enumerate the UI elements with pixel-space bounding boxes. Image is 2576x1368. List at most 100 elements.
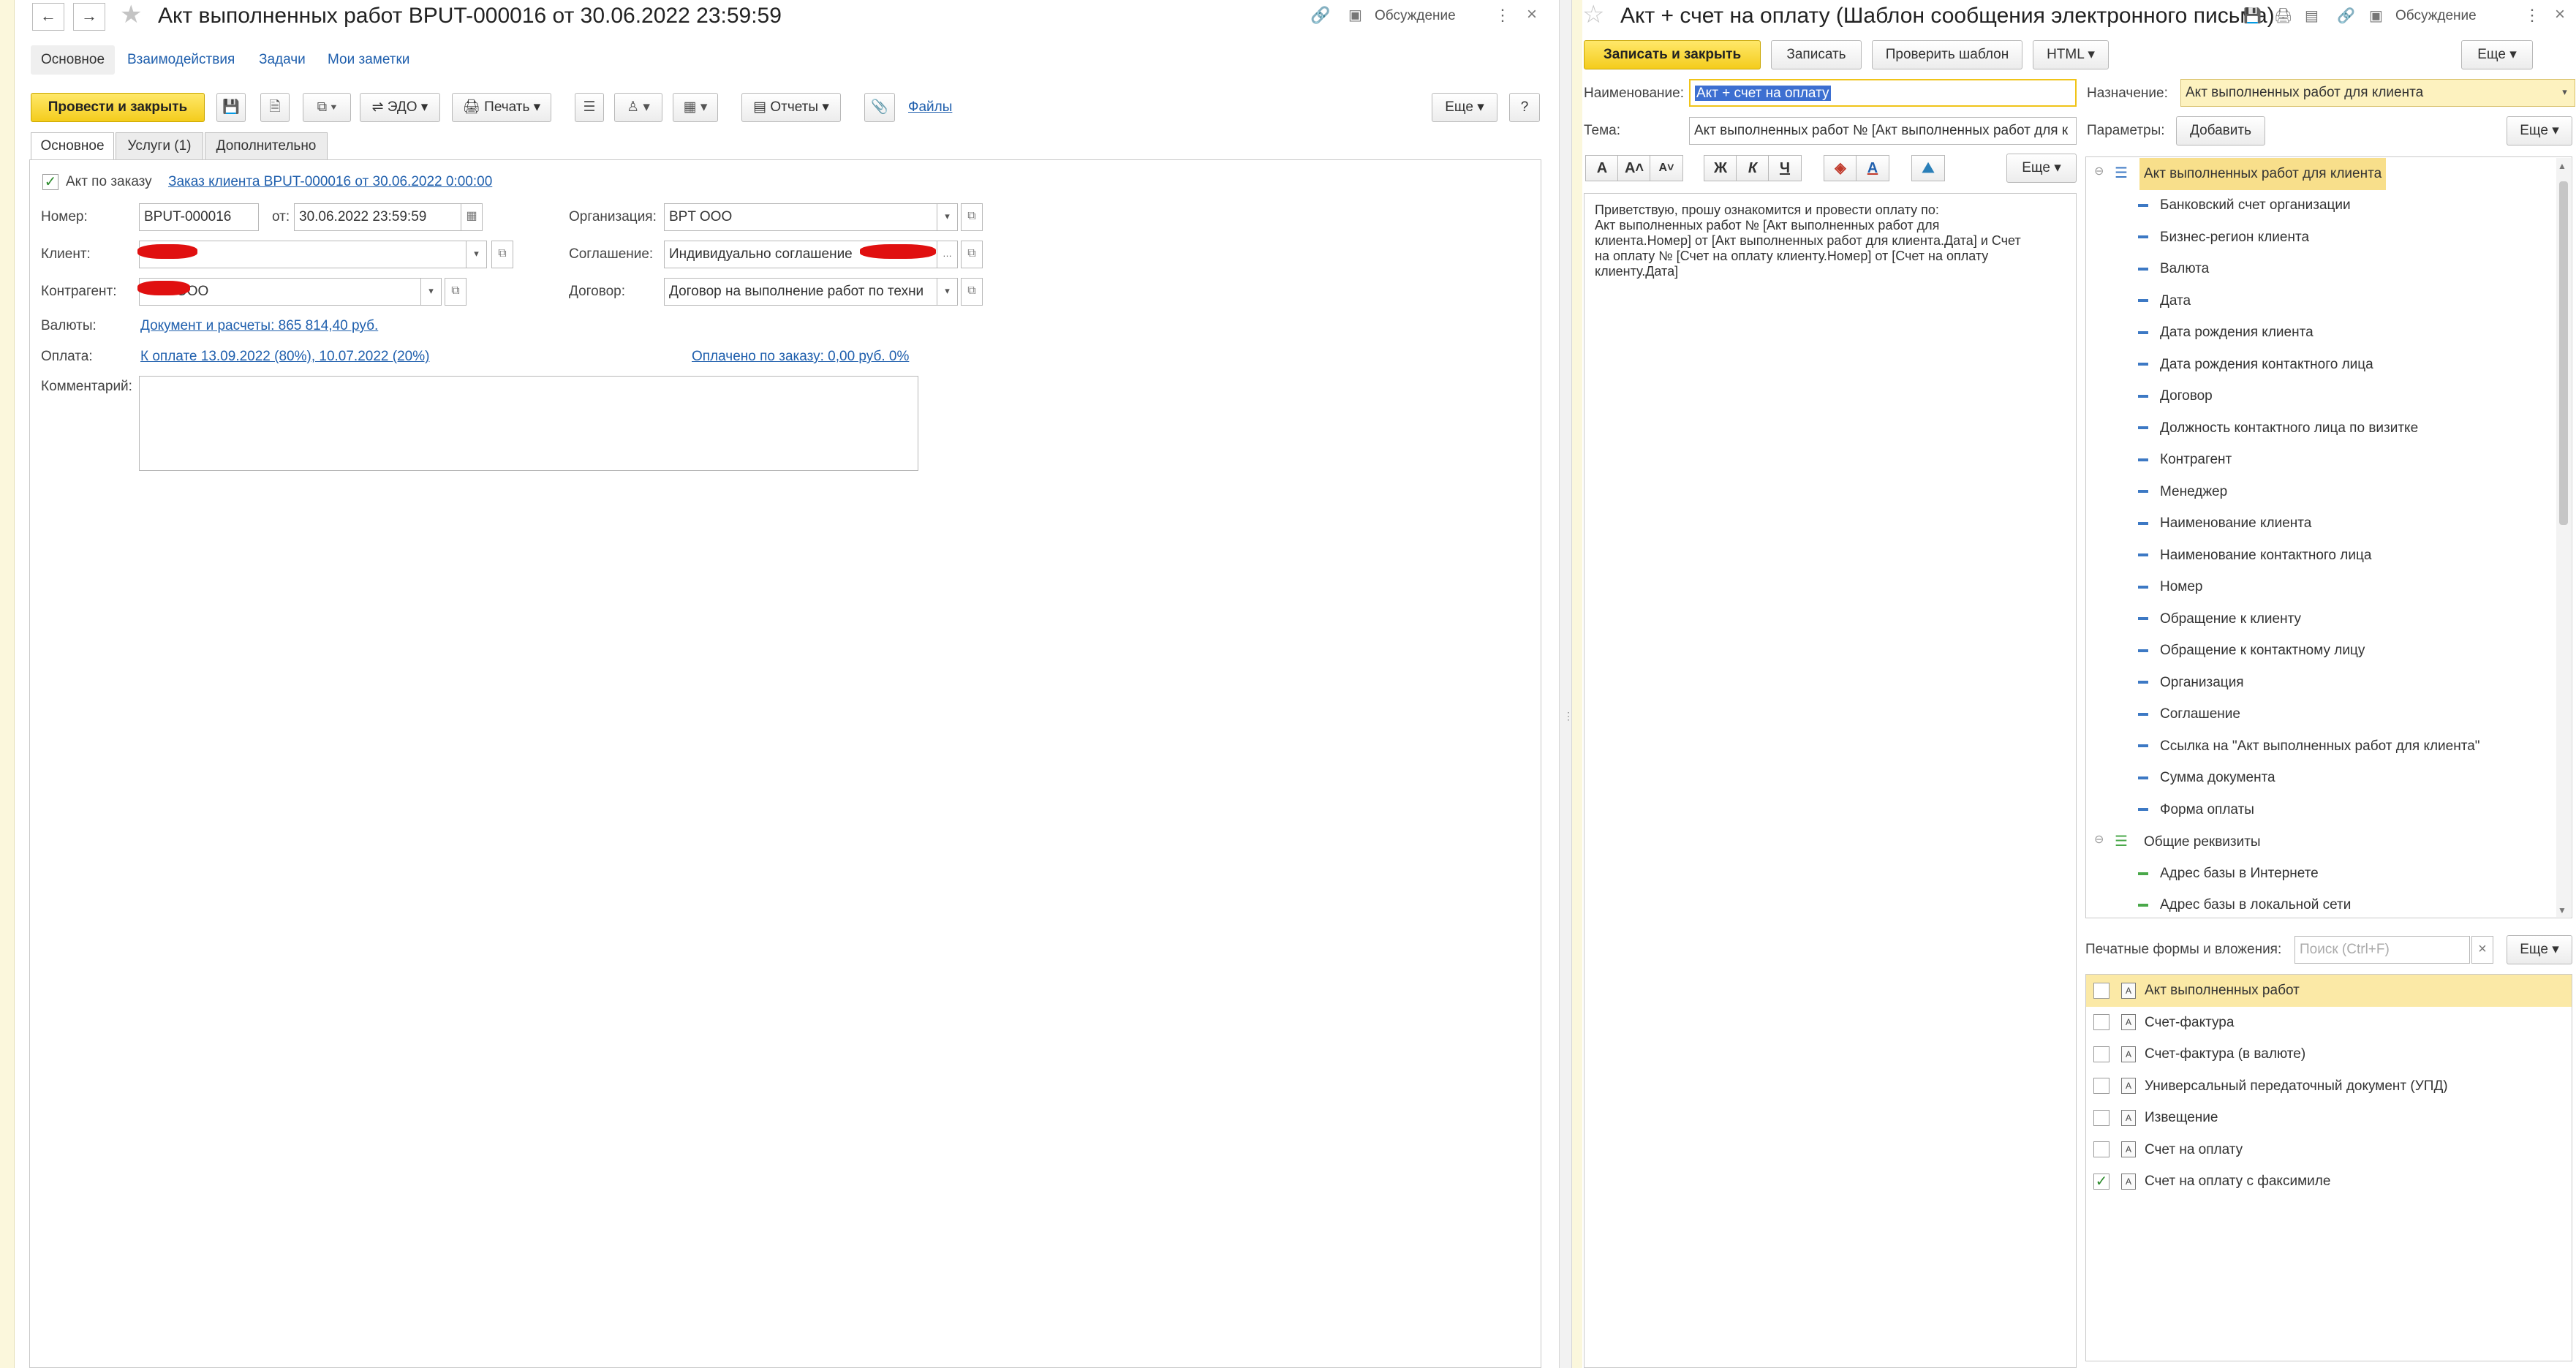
tree-item[interactable]: Должность контактного лица по визитке bbox=[2138, 412, 2547, 445]
print-form-row[interactable]: A Универсальный передаточный документ (УП… bbox=[2086, 1070, 2572, 1103]
tree-root-item[interactable]: Акт выполненных работ для клиента bbox=[2139, 158, 2387, 190]
tree-item[interactable]: Организация bbox=[2138, 667, 2547, 699]
italic-icon[interactable]: К bbox=[1736, 155, 1769, 181]
purpose-dropdown-icon[interactable]: ▾ bbox=[2555, 79, 2575, 107]
bold-icon[interactable]: Ж bbox=[1704, 155, 1737, 181]
tree-item[interactable]: Форма оплаты bbox=[2138, 794, 2547, 826]
contractor-open-icon[interactable]: ⧉ bbox=[445, 278, 467, 306]
collapse-icon[interactable]: ⊖ bbox=[2094, 164, 2104, 178]
close-icon[interactable]: × bbox=[2555, 4, 2565, 25]
collapse-icon[interactable]: ⊖ bbox=[2094, 832, 2104, 847]
tab-interactions[interactable]: Взаимодействия bbox=[127, 45, 235, 75]
print-form-row[interactable]: A Счет-фактура (в валюте) bbox=[2086, 1038, 2572, 1070]
link-icon[interactable]: 🔗 bbox=[1310, 6, 1330, 25]
client-dropdown-icon[interactable]: ▾ bbox=[467, 241, 487, 268]
attachments-menu-icon[interactable]: ▦ ▾ bbox=[673, 93, 718, 122]
print-form-checkbox[interactable] bbox=[2093, 1078, 2109, 1095]
more-menu-icon[interactable]: ⋮ bbox=[1495, 6, 1511, 25]
highlight-color-icon[interactable]: ◈ bbox=[1824, 155, 1857, 181]
tree-item[interactable]: Контрагент bbox=[2138, 444, 2547, 476]
calendar-icon[interactable]: ▦ bbox=[461, 203, 483, 231]
more-button[interactable]: Еще ▾ bbox=[1432, 93, 1497, 122]
discussion-link[interactable]: Обсуждение bbox=[2395, 8, 2477, 24]
font-increase-icon[interactable]: A˄ bbox=[1617, 155, 1651, 181]
payment-schedule-link[interactable]: К оплате 13.09.2022 (80%), 10.07.2022 (2… bbox=[140, 349, 429, 365]
client-open-icon[interactable]: ⧉ bbox=[491, 241, 513, 268]
tree-item[interactable]: Договор bbox=[2138, 380, 2547, 412]
tree-item[interactable]: Дата рождения контактного лица bbox=[2138, 349, 2547, 381]
preview-icon[interactable]: ▤ bbox=[2305, 7, 2319, 25]
create-based-on-icon[interactable]: ⧉ ▾ bbox=[303, 93, 351, 122]
check-template-button[interactable]: Проверить шаблон bbox=[1872, 40, 2022, 69]
organization-field[interactable]: BPT ООО bbox=[664, 203, 937, 231]
agreement-select-icon[interactable]: … bbox=[937, 241, 958, 268]
subtab-main[interactable]: Основное bbox=[31, 132, 114, 160]
add-parameter-button[interactable]: Добавить bbox=[2176, 116, 2265, 146]
structure-list-icon[interactable]: ☰ bbox=[575, 93, 604, 122]
paperclip-icon[interactable]: 📎 bbox=[864, 93, 895, 122]
split-divider[interactable] bbox=[1559, 0, 1572, 1368]
tree-item[interactable]: Банковский счет организации bbox=[2138, 189, 2547, 222]
format-more-button[interactable]: Еще ▾ bbox=[2006, 154, 2077, 183]
save-disk-icon[interactable]: 💾 bbox=[2243, 7, 2262, 25]
organization-dropdown-icon[interactable]: ▾ bbox=[937, 203, 958, 231]
contract-dropdown-icon[interactable]: ▾ bbox=[937, 278, 958, 306]
tree-item[interactable]: Обращение к клиенту bbox=[2138, 603, 2547, 635]
tree-item[interactable]: Ссылка на "Акт выполненных работ для кли… bbox=[2138, 730, 2547, 763]
post-document-icon[interactable]: 🗎 bbox=[260, 93, 290, 122]
subject-field[interactable]: Акт выполненных работ № [Акт выполненных… bbox=[1689, 117, 2077, 145]
more-button[interactable]: Еще ▾ bbox=[2461, 40, 2533, 69]
message-body-editor[interactable]: Приветствую, прошу ознакомится и провест… bbox=[1584, 193, 2077, 1368]
by-order-checkbox[interactable]: ✓ bbox=[42, 174, 58, 190]
close-icon[interactable]: × bbox=[1527, 4, 1537, 25]
tab-my-notes[interactable]: Мои заметки bbox=[328, 45, 409, 75]
contractor-dropdown-icon[interactable]: ▾ bbox=[421, 278, 442, 306]
print-form-checkbox[interactable] bbox=[2093, 1109, 2109, 1126]
client-order-link[interactable]: Заказ клиента BPUT-000016 от 30.06.2022 … bbox=[168, 174, 492, 190]
tree-item[interactable]: Адрес базы в Интернете bbox=[2138, 858, 2319, 890]
date-field[interactable]: 30.06.2022 23:59:59 bbox=[294, 203, 462, 231]
reports-button[interactable]: ▤ Отчеты ▾ bbox=[741, 93, 841, 122]
print-form-checkbox[interactable]: ✓ bbox=[2093, 1173, 2109, 1190]
subtab-services[interactable]: Услуги (1) bbox=[116, 132, 203, 160]
print-form-row[interactable]: ✓ A Счет на оплату с факсимиле bbox=[2086, 1165, 2572, 1198]
number-field[interactable]: BPUT-000016 bbox=[139, 203, 259, 231]
favorite-star-icon[interactable]: ☆ bbox=[1582, 0, 1604, 29]
print-form-row[interactable]: A Счет на оплату bbox=[2086, 1134, 2572, 1166]
font-icon[interactable]: A bbox=[1585, 155, 1619, 181]
html-format-button[interactable]: HTML ▾ bbox=[2033, 40, 2109, 69]
tree-item[interactable]: Адрес базы в локальной сети bbox=[2138, 889, 2351, 921]
tree-item[interactable]: Дата рождения клиента bbox=[2138, 317, 2547, 349]
print-form-checkbox[interactable] bbox=[2093, 1046, 2109, 1062]
print-form-row[interactable]: A Извещение bbox=[2086, 1102, 2572, 1134]
print-forms-search-input[interactable]: Поиск (Ctrl+F) bbox=[2294, 936, 2470, 964]
discussion-link[interactable]: Обсуждение bbox=[1375, 8, 1456, 24]
insert-image-icon[interactable]: ⛰ bbox=[1911, 155, 1945, 181]
tree-item[interactable]: Наименование контактного лица bbox=[2138, 540, 2547, 572]
print-form-row[interactable]: A Счет-фактура bbox=[2086, 1007, 2572, 1039]
subtab-additional[interactable]: Дополнительно bbox=[205, 132, 328, 160]
text-color-icon[interactable]: A bbox=[1856, 155, 1889, 181]
back-arrow-icon[interactable]: ← bbox=[32, 3, 64, 31]
more-menu-icon[interactable]: ⋮ bbox=[2524, 6, 2540, 25]
favorite-star-icon[interactable]: ★ bbox=[120, 0, 142, 29]
print-forms-more-button[interactable]: Еще ▾ bbox=[2507, 935, 2572, 964]
tree-item[interactable]: Соглашение bbox=[2138, 698, 2547, 730]
divider-grip-icon[interactable]: ⋮ bbox=[1563, 711, 1574, 732]
tree-item[interactable]: Бизнес-регион клиента bbox=[2138, 222, 2547, 254]
files-link[interactable]: Файлы bbox=[908, 99, 952, 116]
forward-arrow-icon[interactable]: → bbox=[73, 3, 105, 31]
clear-search-icon[interactable]: × bbox=[2471, 936, 2493, 964]
underline-icon[interactable]: Ч bbox=[1768, 155, 1802, 181]
currency-settlements-link[interactable]: Документ и расчеты: 865 814,40 руб. bbox=[140, 318, 378, 334]
tree-item[interactable]: Дата bbox=[2138, 285, 2547, 317]
contract-open-icon[interactable]: ⧉ bbox=[961, 278, 983, 306]
tree-item[interactable]: Номер bbox=[2138, 571, 2547, 603]
tab-main[interactable]: Основное bbox=[31, 45, 116, 75]
print-form-checkbox[interactable] bbox=[2093, 982, 2109, 999]
tab-tasks[interactable]: Задачи bbox=[259, 45, 306, 75]
font-decrease-icon[interactable]: A˅ bbox=[1650, 155, 1683, 181]
tree-scrollbar-thumb[interactable] bbox=[2559, 181, 2568, 525]
scroll-up-icon[interactable]: ▲ bbox=[2558, 161, 2566, 171]
purpose-field[interactable]: Акт выполненных работ для клиента bbox=[2180, 79, 2556, 107]
